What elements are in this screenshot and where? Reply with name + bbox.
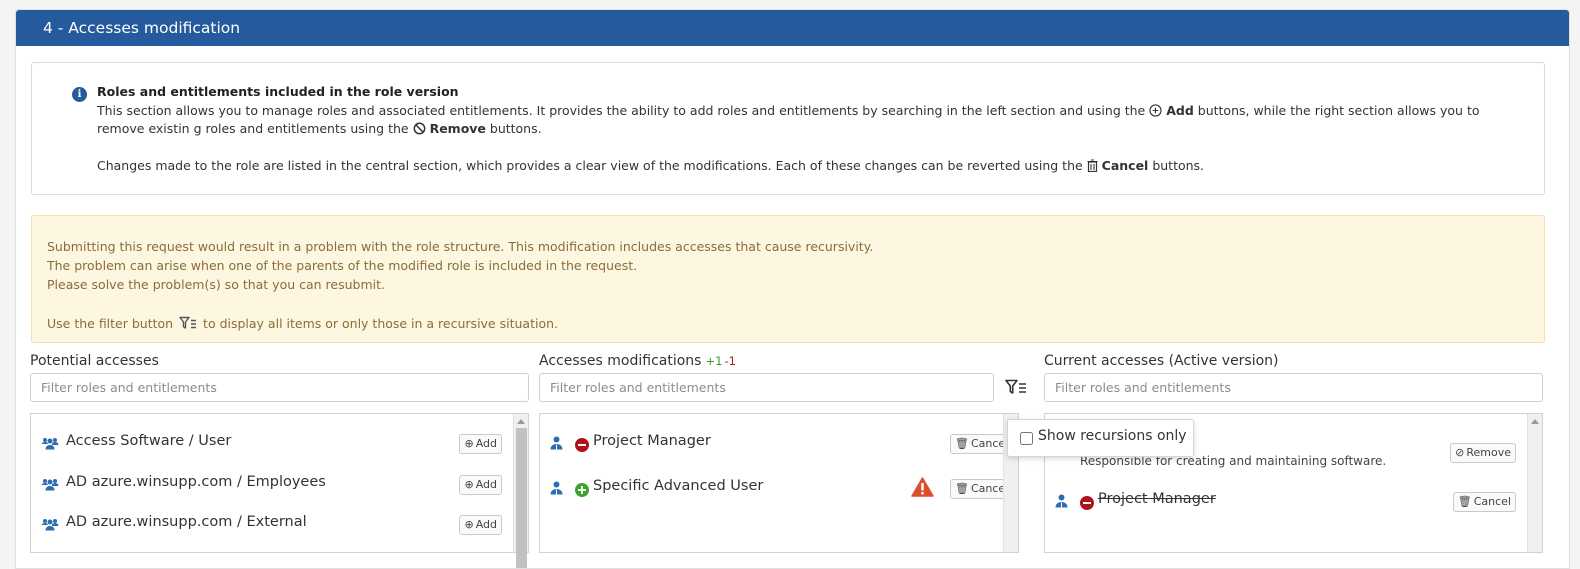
- recursion-warning-icon[interactable]: [911, 477, 934, 501]
- added-count-badge: +1: [705, 354, 723, 368]
- filter-list-icon: [179, 316, 197, 335]
- plus-circle-icon: ⊕: [464, 478, 474, 491]
- removed-count-badge: -1: [724, 354, 736, 368]
- potential-accesses-title: Potential accesses: [30, 353, 159, 369]
- cancel-button-label: Cancel: [1473, 495, 1511, 508]
- info-icon: i: [72, 87, 87, 102]
- current-filter-input[interactable]: [1044, 373, 1543, 402]
- remove-button[interactable]: ⊘ Remove: [1450, 443, 1516, 463]
- trash-icon: [1087, 157, 1098, 176]
- recursion-filter-button[interactable]: [1005, 379, 1029, 399]
- info-title: Roles and entitlements included in the r…: [97, 84, 459, 99]
- recursion-filter-popover: Show recursions only: [1007, 419, 1194, 457]
- ban-icon: ⊘: [1455, 446, 1465, 459]
- item-label: Access Software / User: [66, 433, 232, 449]
- user-icon: [1055, 493, 1068, 512]
- potential-filter-input[interactable]: [30, 373, 529, 402]
- info-text-segment: buttons.: [485, 121, 542, 136]
- item-label: AD azure.winsupp.com / Employees: [66, 474, 326, 490]
- remove-label: Remove: [429, 121, 486, 136]
- cancel-label: Cancel: [1101, 157, 1149, 173]
- info-text-segment: buttons.: [1148, 157, 1205, 173]
- add-button[interactable]: ⊕ Add: [459, 434, 502, 454]
- info-text-segment: This section allows you to manage roles …: [97, 102, 1150, 118]
- scrollbar[interactable]: [1527, 414, 1542, 552]
- scrollbar[interactable]: [513, 414, 528, 568]
- removed-status-icon: [1080, 496, 1094, 510]
- warning-text-segment: to display all items or only those in a …: [199, 316, 558, 331]
- info-text: Roles and entitlements included in the r…: [97, 83, 1512, 175]
- scroll-thumb[interactable]: [516, 428, 527, 568]
- trash-icon: 🗑: [955, 482, 969, 495]
- list-item: Access Software / User ⊕ Add: [31, 428, 512, 458]
- cancel-button[interactable]: 🗑 Cancel: [950, 434, 1010, 454]
- current-accesses-title: Current accesses (Active version): [1044, 353, 1279, 369]
- warning-line-2: The problem can arise when one of the pa…: [47, 258, 638, 273]
- warning-line-4: Use the filter button to display all ite…: [47, 314, 873, 335]
- cancel-button[interactable]: 🗑 Cancel: [1452, 492, 1516, 512]
- item-label: AD azure.winsupp.com / External: [66, 514, 307, 530]
- info-paragraph-1: This section allows you to manage roles …: [97, 102, 1512, 139]
- modifications-title-text: Accesses modifications: [539, 353, 702, 369]
- warning-line-1: Submitting this request would result in …: [47, 239, 874, 254]
- list-item: Project Manager 🗑 Cancel: [1045, 486, 1526, 516]
- plus-circle-icon: ⊕: [464, 518, 474, 531]
- add-button[interactable]: ⊕ Add: [459, 475, 502, 495]
- removed-status-icon: [575, 438, 589, 452]
- trash-icon: 🗑: [955, 437, 969, 450]
- warning-text-segment: Use the filter button: [47, 316, 178, 331]
- list-item: AD azure.winsupp.com / External ⊕ Add: [31, 509, 512, 539]
- list-item: Specific Advanced User 🗑 Cancel: [540, 473, 1014, 503]
- info-text-segment: Changes made to the role are listed in t…: [97, 157, 1087, 173]
- added-status-icon: [575, 483, 589, 497]
- accesses-modifications-title: Accesses modifications +1 -1: [539, 353, 736, 369]
- add-button[interactable]: ⊕ Add: [459, 515, 502, 535]
- add-button-label: Add: [475, 518, 497, 531]
- group-icon: [41, 435, 59, 454]
- group-icon: [41, 476, 59, 495]
- item-label: Project Manager: [593, 433, 711, 449]
- scroll-up-arrow-icon[interactable]: [517, 419, 525, 424]
- warning-line-3: Please solve the problem(s) so that you …: [47, 277, 385, 292]
- remove-button-label: Remove: [1466, 446, 1511, 459]
- modifications-filter-input[interactable]: [539, 373, 994, 402]
- list-item: Project Manager 🗑 Cancel: [540, 428, 1010, 458]
- user-icon: [550, 435, 563, 454]
- show-recursions-only-checkbox[interactable]: [1020, 432, 1033, 445]
- section-title: 4 - Accesses modification: [16, 10, 1569, 46]
- add-button-label: Add: [475, 437, 497, 450]
- accesses-modifications-list: Project Manager 🗑 Cancel Specific Advance…: [539, 413, 1019, 553]
- ban-icon: [413, 120, 426, 139]
- group-icon: [41, 516, 59, 535]
- list-item: AD azure.winsupp.com / Employees ⊕ Add: [31, 469, 512, 499]
- potential-accesses-list: Access Software / User ⊕ Add AD azure.win…: [30, 413, 529, 568]
- recursion-warning-box: Submitting this request would result in …: [31, 215, 1545, 343]
- info-box: i Roles and entitlements included in the…: [31, 62, 1545, 195]
- plus-circle-icon: [1149, 102, 1162, 121]
- add-button-label: Add: [475, 478, 497, 491]
- trash-icon: 🗑: [1457, 495, 1472, 508]
- filter-list-icon: [1005, 379, 1026, 394]
- scroll-up-arrow-icon[interactable]: [1531, 419, 1539, 424]
- add-label: Add: [1166, 102, 1194, 118]
- show-recursions-only-label[interactable]: Show recursions only: [1038, 428, 1187, 444]
- user-icon: [550, 480, 563, 499]
- item-label: Project Manager: [1098, 491, 1216, 507]
- info-paragraph-2: Changes made to the role are listed in t…: [97, 157, 1512, 176]
- plus-circle-icon: ⊕: [464, 437, 474, 450]
- item-label: Specific Advanced User: [593, 478, 764, 494]
